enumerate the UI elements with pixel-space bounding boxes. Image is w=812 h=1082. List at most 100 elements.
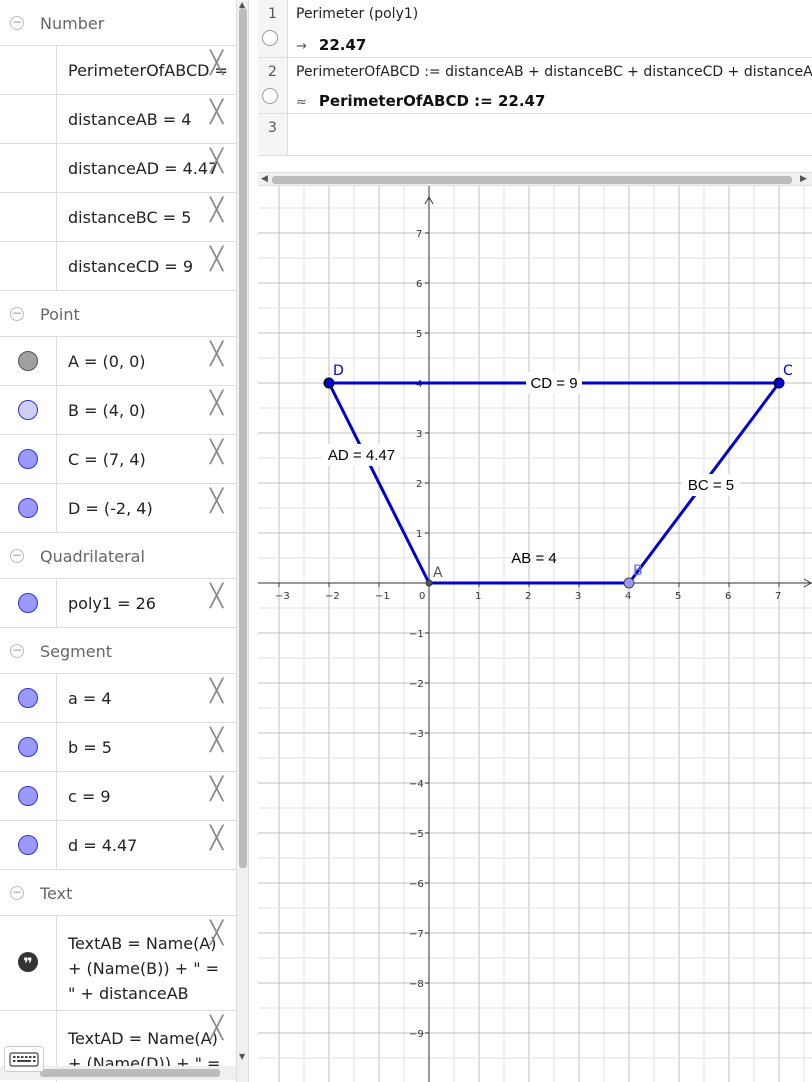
- algebra-item-text[interactable]: distanceAB = 4: [68, 110, 191, 129]
- delete-icon[interactable]: ╳: [210, 441, 223, 465]
- visibility-dot-icon[interactable]: [18, 498, 38, 518]
- cas-output-toggle[interactable]: [262, 88, 278, 104]
- delete-icon[interactable]: ╳: [210, 585, 223, 609]
- algebra-item[interactable]: PerimeterOfABCD = ╳: [0, 46, 236, 95]
- algebra-item[interactable]: b = 5 ╳: [0, 723, 236, 772]
- keyboard-button[interactable]: [4, 1046, 44, 1072]
- cas-row-3[interactable]: 3: [258, 114, 812, 156]
- visibility-toggle[interactable]: [0, 579, 57, 627]
- delete-icon[interactable]: ╳: [210, 150, 223, 174]
- visibility-dot-icon[interactable]: [18, 786, 38, 806]
- group-header-text[interactable]: − Text: [0, 870, 248, 916]
- cas-horizontal-scrollbar[interactable]: ◀ ▶: [258, 172, 812, 186]
- algebra-item-text[interactable]: A = (0, 0): [68, 352, 146, 371]
- cas-row-2[interactable]: 2 PerimeterOfABCD := distanceAB + distan…: [258, 58, 812, 114]
- algebra-item[interactable]: A = (0, 0) ╳: [0, 337, 236, 386]
- algebra-item[interactable]: distanceCD = 9 ╳: [0, 242, 236, 291]
- visibility-toggle[interactable]: [0, 242, 57, 290]
- view-divider[interactable]: [248, 0, 258, 1082]
- delete-icon[interactable]: ╳: [210, 199, 223, 223]
- cas-input[interactable]: Perimeter (poly1): [296, 6, 418, 22]
- algebra-item[interactable]: ❞ TextAB = Name(A) + (Name(B)) + " = " + …: [0, 916, 236, 1011]
- cas-input[interactable]: PerimeterOfABCD := distanceAB + distance…: [296, 64, 812, 80]
- delete-icon[interactable]: ╳: [210, 827, 223, 851]
- delete-icon[interactable]: ╳: [210, 778, 223, 802]
- visibility-dot-icon[interactable]: [18, 593, 38, 613]
- point-d[interactable]: [323, 377, 335, 389]
- delete-icon[interactable]: ╳: [210, 101, 223, 125]
- algebra-item-text[interactable]: C = (7, 4): [68, 450, 146, 469]
- visibility-toggle[interactable]: [0, 435, 57, 483]
- algebra-hscroll-thumb[interactable]: [40, 1069, 220, 1077]
- algebra-item-text[interactable]: D = (-2, 4): [68, 499, 153, 518]
- point-a[interactable]: [425, 579, 433, 587]
- collapse-icon[interactable]: −: [10, 886, 24, 900]
- visibility-dot-icon[interactable]: [18, 835, 38, 855]
- delete-icon[interactable]: ╳: [210, 680, 223, 704]
- delete-icon[interactable]: ╳: [210, 52, 223, 76]
- visibility-dot-icon[interactable]: [18, 351, 38, 371]
- scroll-left-arrow-icon[interactable]: ◀: [261, 174, 268, 184]
- algebra-item[interactable]: distanceAD = 4.47 ╳: [0, 144, 236, 193]
- algebra-item[interactable]: c = 9 ╳: [0, 772, 236, 821]
- algebra-item[interactable]: distanceAB = 4 ╳: [0, 95, 236, 144]
- delete-icon[interactable]: ╳: [210, 343, 223, 367]
- text-object-icon[interactable]: ❞: [18, 952, 38, 973]
- collapse-icon[interactable]: −: [10, 16, 24, 30]
- cas-output-toggle[interactable]: [262, 30, 278, 46]
- group-header-segment[interactable]: − Segment: [0, 628, 248, 674]
- delete-icon[interactable]: ╳: [210, 248, 223, 272]
- collapse-icon[interactable]: −: [10, 644, 24, 658]
- delete-icon[interactable]: ╳: [210, 729, 223, 753]
- visibility-dot-icon[interactable]: [18, 400, 38, 420]
- group-header-quadrilateral[interactable]: − Quadrilateral: [0, 533, 248, 579]
- delete-icon[interactable]: ╳: [210, 490, 223, 514]
- algebra-item-text[interactable]: B = (4, 0): [68, 401, 146, 420]
- visibility-toggle[interactable]: [0, 821, 57, 869]
- group-header-number[interactable]: − Number: [0, 0, 248, 46]
- visibility-toggle[interactable]: [0, 386, 57, 434]
- visibility-toggle[interactable]: [0, 46, 57, 94]
- graphics-view[interactable]: −3−2−1012345671234567−1−2−3−4−5−6−7−8−9C…: [258, 186, 812, 1082]
- visibility-dot-icon[interactable]: [18, 449, 38, 469]
- cas-row-1[interactable]: 1 Perimeter (poly1) → 22.47: [258, 0, 812, 58]
- algebra-item-text[interactable]: a = 4: [68, 689, 112, 708]
- scroll-right-arrow-icon[interactable]: ▶: [800, 174, 807, 184]
- visibility-toggle[interactable]: [0, 484, 57, 532]
- delete-icon[interactable]: ╳: [210, 1017, 223, 1041]
- visibility-toggle[interactable]: [0, 772, 57, 820]
- algebra-item-text[interactable]: distanceAD = 4.47: [68, 159, 218, 178]
- group-header-point[interactable]: − Point: [0, 291, 248, 337]
- algebra-item[interactable]: poly1 = 26 ╳: [0, 579, 236, 628]
- algebra-item-text[interactable]: distanceCD = 9: [68, 257, 193, 276]
- delete-icon[interactable]: ╳: [210, 922, 223, 946]
- algebra-item-text[interactable]: c = 9: [68, 787, 111, 806]
- visibility-dot-icon[interactable]: [18, 688, 38, 708]
- visibility-toggle[interactable]: [0, 674, 57, 722]
- algebra-item[interactable]: C = (7, 4) ╳: [0, 435, 236, 484]
- algebra-item-text[interactable]: d = 4.47: [68, 836, 137, 855]
- delete-icon[interactable]: ╳: [210, 392, 223, 416]
- visibility-toggle[interactable]: [0, 723, 57, 771]
- collapse-icon[interactable]: −: [10, 549, 24, 563]
- point-c[interactable]: [773, 377, 785, 389]
- visibility-dot-icon[interactable]: [18, 737, 38, 757]
- visibility-toggle[interactable]: [0, 144, 57, 192]
- point-b[interactable]: [623, 577, 635, 589]
- cas-scroll-thumb[interactable]: [272, 176, 792, 184]
- algebra-item[interactable]: D = (-2, 4) ╳: [0, 484, 236, 533]
- algebra-scroll-thumb[interactable]: [239, 8, 247, 868]
- algebra-item[interactable]: B = (4, 0) ╳: [0, 386, 236, 435]
- visibility-toggle[interactable]: [0, 337, 57, 385]
- algebra-item[interactable]: distanceBC = 5 ╳: [0, 193, 236, 242]
- algebra-item-text[interactable]: poly1 = 26: [68, 594, 156, 613]
- graphics-canvas[interactable]: −3−2−1012345671234567−1−2−3−4−5−6−7−8−9C…: [258, 186, 812, 1082]
- visibility-toggle[interactable]: ❞: [0, 916, 57, 1010]
- algebra-item-text[interactable]: b = 5: [68, 738, 112, 757]
- collapse-icon[interactable]: −: [10, 307, 24, 321]
- visibility-toggle[interactable]: [0, 95, 57, 143]
- algebra-item-text[interactable]: TextAB = Name(A) + (Name(B)) + " = " + d…: [68, 931, 228, 1006]
- scroll-down-arrow-icon[interactable]: ▼: [239, 1052, 245, 1061]
- algebra-item-text[interactable]: PerimeterOfABCD =: [68, 61, 228, 80]
- algebra-item[interactable]: a = 4 ╳: [0, 674, 236, 723]
